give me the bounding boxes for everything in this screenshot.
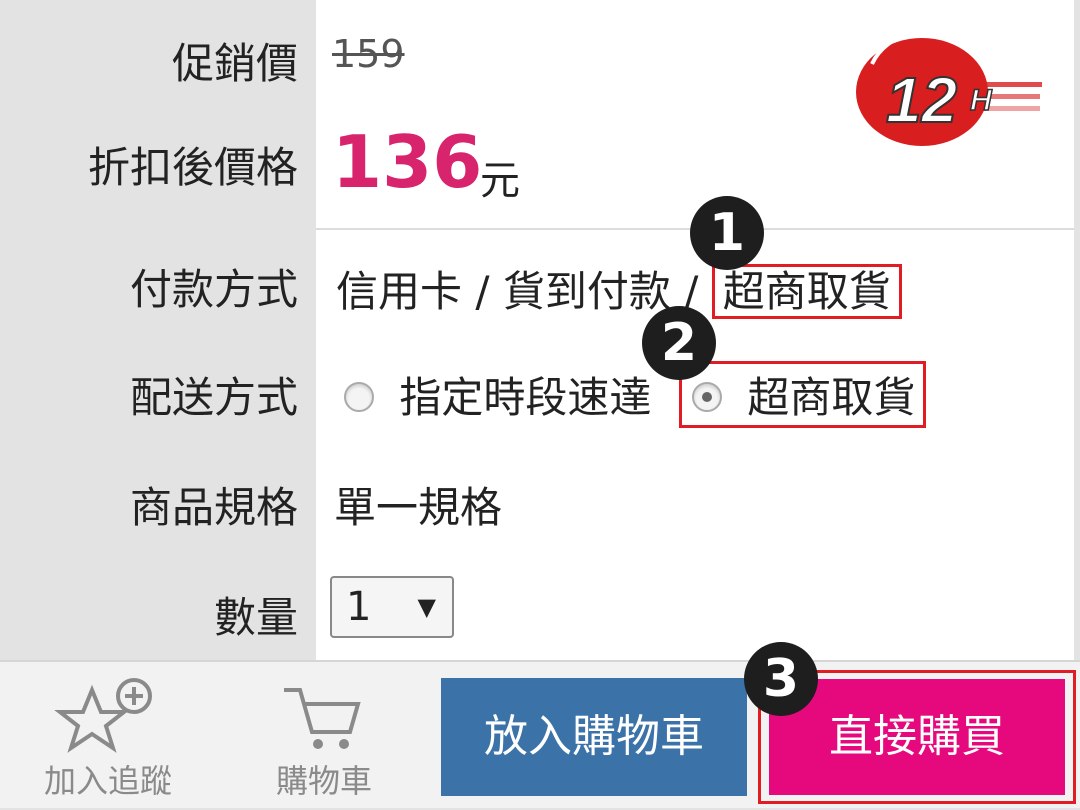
payment-methods: 信用卡 / 貨到付款 / 超商取貨 [336,258,902,319]
cart-icon-button[interactable]: 購物車 [224,662,424,810]
radio-cvs[interactable] [692,381,722,412]
spec-label: 商品規格 [129,483,298,532]
shopping-cart-icon [284,688,361,749]
final-price: 136 [332,120,483,204]
badge-number: 12 [886,64,957,136]
radio-scheduled[interactable] [344,381,374,412]
step-1-marker: 1 [690,196,764,270]
step-3-marker: 3 [744,642,818,716]
quantity-value: 1 [346,584,372,630]
12h-delivery-logo: 12 H [852,29,1048,148]
badge-suffix: H [970,84,993,117]
dropdown-arrow-icon: ▼ [417,593,436,621]
quantity-select[interactable]: 1 ▼ [330,576,454,638]
step-2-marker: 2 [642,306,716,380]
delivery-option-scheduled[interactable]: 指定時段速達 [344,364,651,425]
right-edge [1074,0,1080,660]
original-price: 159 [332,32,405,76]
delivery-option-cvs[interactable]: 超商取貨 [679,361,927,428]
quantity-label: 數量 [213,593,298,642]
add-to-track-button[interactable]: 加入追蹤 [8,662,208,810]
add-to-track-label: 加入追蹤 [43,762,172,800]
label-column [0,0,316,660]
currency-unit: 元 [480,158,520,204]
add-to-cart-button[interactable]: 放入購物車 [441,678,747,796]
discount-price-label: 折扣後價格 [87,143,298,192]
delivery-option-cvs-label: 超商取貨 [747,373,916,422]
delivery-label: 配送方式 [129,373,298,422]
cart-icon-label: 購物車 [275,762,372,800]
payment-methods-text: 信用卡 / 貨到付款 / [336,267,712,316]
payment-label: 付款方式 [129,265,298,314]
payment-cvs-highlight: 超商取貨 [711,264,902,319]
spec-value: 單一規格 [334,483,503,532]
promo-price-label: 促銷價 [171,39,298,88]
delivery-option-scheduled-label: 指定時段速達 [399,373,652,422]
star-plus-icon [54,678,152,753]
